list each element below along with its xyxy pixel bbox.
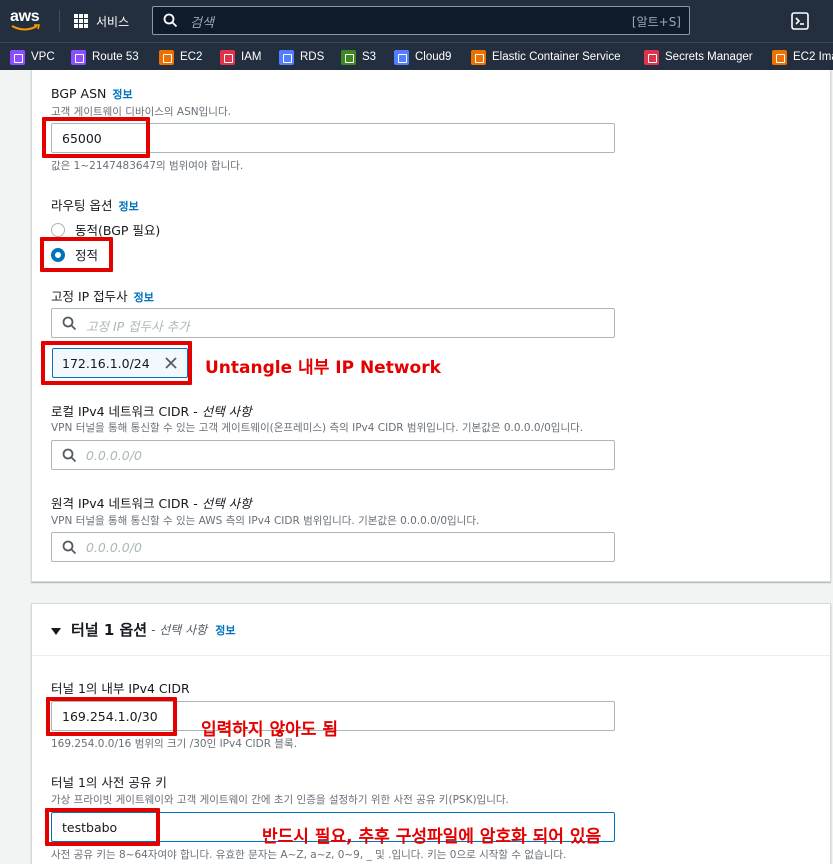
routing-info-link[interactable]: 정보 (118, 200, 138, 213)
search-icon (62, 316, 77, 331)
tunnel1-psk-description: 가상 프라이빗 게이트웨이와 고객 게이트웨이 간에 초기 인증을 설정하기 위… (51, 794, 509, 806)
favorite-secrets-manager[interactable]: Secrets Manager (644, 49, 753, 65)
ecs-icon (471, 49, 486, 65)
local-cidr-input[interactable]: 0.0.0.0/0 (51, 440, 615, 470)
tunnel1-psk-label: 터널 1의 사전 공유 키 (51, 775, 167, 790)
ec2-image-builder-icon (772, 49, 787, 65)
route53-icon (71, 49, 86, 65)
tunnel1-info-link[interactable]: 정보 (215, 622, 235, 638)
favorite-ecs[interactable]: Elastic Container Service (471, 49, 620, 65)
caret-down-icon (51, 627, 61, 635)
favorite-route53[interactable]: Route 53 (71, 49, 139, 65)
ec2-icon (159, 49, 174, 65)
highlight-static-prefix (41, 341, 192, 385)
remote-cidr-placeholder: 0.0.0.0/0 (86, 540, 142, 555)
highlight-inside-cidr (46, 697, 177, 736)
static-prefix-input[interactable]: 고정 IP 접두사 추가 (51, 308, 615, 338)
favorite-rds[interactable]: RDS (279, 49, 324, 65)
tunnel1-options-title: 터널 1 옵션 (71, 621, 148, 639)
search-placeholder: 검색 (190, 16, 214, 31)
local-cidr-description: VPN 터널을 통해 통신할 수 있는 고객 게이트웨이(온프레미스) 측의 I… (51, 422, 584, 434)
annotation-required: 반드시 필요, 추후 구성파일에 암호화 되어 있음 (262, 827, 602, 847)
highlight-psk (45, 808, 160, 846)
favorite-cloud9[interactable]: Cloud9 (394, 49, 451, 65)
aws-logo[interactable]: aws (10, 7, 44, 35)
static-prefix-label: 고정 IP 접두사 정보 (51, 289, 154, 304)
tunnel1-psk-hint: 사전 공유 키는 8~64자여야 합니다. 유효한 문자는 A~Z, a~z, … (51, 849, 567, 861)
search-icon (163, 13, 178, 28)
terminal-icon[interactable] (791, 12, 809, 30)
favorite-ec2-image-builder[interactable]: EC2 Ima (772, 49, 833, 65)
cloud9-icon (394, 49, 409, 65)
search-shortcut: [알트+S] (631, 15, 681, 29)
global-search-input[interactable]: 검색 [알트+S] (152, 6, 690, 35)
local-cidr-placeholder: 0.0.0.0/0 (86, 448, 142, 463)
nav-divider (59, 10, 60, 32)
services-label: 서비스 (96, 14, 130, 29)
local-cidr-label: 로컬 IPv4 네트워크 CIDR - 선택 사항 (51, 404, 252, 419)
secrets-manager-icon (644, 49, 659, 65)
section-divider (32, 655, 830, 656)
remote-cidr-label: 원격 IPv4 네트워크 CIDR - 선택 사항 (51, 496, 252, 511)
iam-icon (220, 49, 235, 65)
favorites-bar: VPC Route 53 EC2 IAM RDS S3 Cloud9 Elast… (0, 42, 833, 70)
bgp-asn-info-link[interactable]: 정보 (112, 88, 132, 101)
favorite-s3[interactable]: S3 (341, 49, 376, 65)
routing-options-label: 라우팅 옵션 정보 (51, 198, 139, 213)
services-menu-button[interactable]: 서비스 (74, 12, 129, 30)
bgp-asn-hint: 값은 1~2147483647의 범위여야 합니다. (51, 160, 244, 172)
static-prefix-placeholder: 고정 IP 접두사 추가 (86, 319, 190, 334)
aws-smile-icon (11, 24, 41, 31)
top-navigation: aws 서비스 검색 [알트+S] (0, 0, 833, 42)
remote-cidr-input[interactable]: 0.0.0.0/0 (51, 532, 615, 562)
grid-icon (74, 14, 88, 28)
tunnel1-options-header[interactable]: 터널 1 옵션 - 선택 사항 정보 (51, 619, 235, 640)
favorite-ec2[interactable]: EC2 (159, 49, 202, 65)
highlight-static-routing (40, 237, 113, 272)
rds-icon (279, 49, 294, 65)
annotation-no-input: 입력하지 않아도 됨 (201, 720, 338, 740)
radio-dynamic-control[interactable] (51, 222, 65, 237)
s3-icon (341, 49, 356, 65)
remote-cidr-description: VPN 터널을 통해 통신할 수 있는 AWS 측의 IPv4 CIDR 범위입… (51, 515, 480, 527)
annotation-untangle: Untangle 내부 IP Network (205, 358, 441, 378)
highlight-bgp-asn (42, 117, 150, 158)
vpc-icon (10, 49, 25, 65)
search-icon (62, 448, 77, 463)
tunnel1-options-optional: - 선택 사항 (151, 623, 208, 637)
tunnel1-inside-cidr-label: 터널 1의 내부 IPv4 CIDR (51, 681, 190, 696)
search-icon (62, 540, 77, 555)
favorite-vpc[interactable]: VPC (10, 49, 55, 65)
bgp-asn-label: BGP ASN 정보 (51, 86, 133, 101)
favorite-iam[interactable]: IAM (220, 49, 261, 65)
static-prefix-info-link[interactable]: 정보 (134, 291, 154, 304)
